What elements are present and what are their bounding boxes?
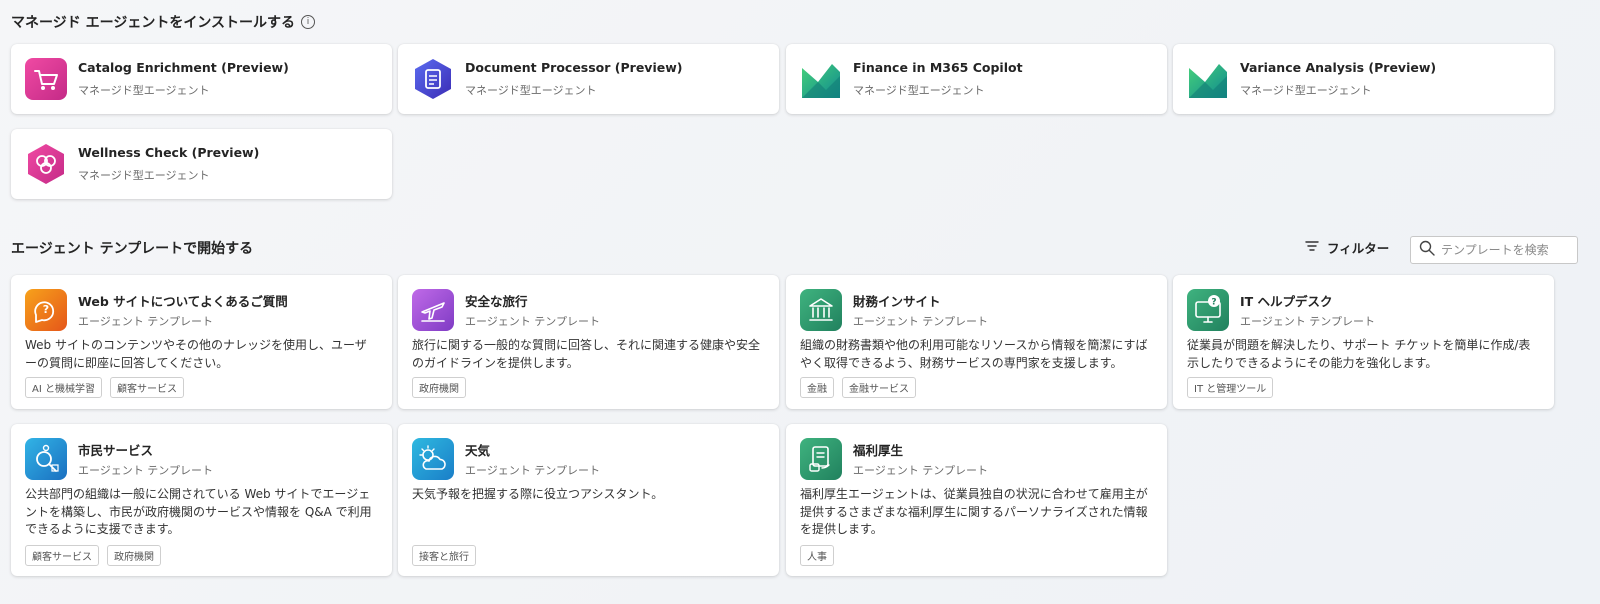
card-title: Web サイトについてよくあるご質問 — [78, 294, 288, 309]
card-title: IT ヘルプデスク — [1240, 294, 1333, 309]
faq-chat-icon: ? — [25, 289, 67, 331]
managed-section-title: マネージド エージェントをインストールする i — [11, 12, 316, 32]
tag: 政府機関 — [412, 377, 466, 398]
tag-list: 人事 — [800, 545, 834, 566]
tag-list: 金融 金融サービス — [800, 377, 916, 398]
template-card-it-helpdesk[interactable]: ? IT ヘルプデスク エージェント テンプレート 従業員が問題を解決したり、サ… — [1173, 275, 1554, 409]
tag: 接客と旅行 — [412, 545, 476, 566]
wellness-icon — [25, 143, 67, 185]
finance-m365-icon — [800, 58, 842, 100]
card-subtitle: エージェント テンプレート — [853, 315, 988, 328]
card-subtitle: エージェント テンプレート — [465, 464, 600, 477]
card-description: 公共部門の組織は一般に公開されている Web サイトでエージェントを構築し、市民… — [25, 487, 372, 536]
info-icon[interactable]: i — [301, 15, 316, 29]
card-subtitle: エージェント テンプレート — [78, 315, 213, 328]
card-title: 天気 — [465, 443, 491, 458]
card-subtitle: マネージド型エージェント — [465, 84, 597, 97]
citizen-search-icon — [25, 438, 67, 480]
svg-text:?: ? — [1211, 298, 1216, 308]
template-card-financial-insights[interactable]: 財務インサイト エージェント テンプレート 組織の財務書類や他の利用可能なリソー… — [786, 275, 1167, 409]
card-subtitle: マネージド型エージェント — [78, 169, 210, 182]
card-title: 安全な旅行 — [465, 294, 528, 309]
card-subtitle: マネージド型エージェント — [853, 84, 985, 97]
help-monitor-icon: ? — [1187, 289, 1229, 331]
card-subtitle: マネージド型エージェント — [1240, 84, 1372, 97]
managed-agent-card-document-processor[interactable]: Document Processor (Preview) マネージド型エージェン… — [398, 44, 779, 114]
template-search-box[interactable] — [1410, 236, 1578, 264]
bank-icon — [800, 289, 842, 331]
card-title: Catalog Enrichment (Preview) — [78, 60, 289, 75]
card-subtitle: エージェント テンプレート — [853, 464, 988, 477]
template-card-citizen-services[interactable]: 市民サービス エージェント テンプレート 公共部門の組織は一般に公開されている … — [11, 424, 392, 576]
tag: 政府機関 — [107, 545, 161, 566]
tag-list: 政府機関 — [412, 377, 466, 398]
tag: 顧客サービス — [25, 545, 99, 566]
tag: IT と管理ツール — [1187, 377, 1274, 398]
tag: 金融 — [800, 377, 834, 398]
template-search-input[interactable] — [1441, 243, 1571, 257]
card-description: 福利厚生エージェントは、従業員独自の状況に合わせて雇用主が提供するさまざまな福利… — [800, 487, 1148, 536]
template-section-title: エージェント テンプレートで開始する — [11, 241, 254, 257]
managed-agent-card-variance-analysis[interactable]: Variance Analysis (Preview) マネージド型エージェント — [1173, 44, 1554, 114]
managed-agent-card-finance-m365[interactable]: Finance in M365 Copilot マネージド型エージェント — [786, 44, 1167, 114]
filter-label: フィルター — [1327, 241, 1390, 256]
tag: 金融サービス — [842, 377, 916, 398]
variance-analysis-icon — [1187, 58, 1229, 100]
weather-icon — [412, 438, 454, 480]
benefits-icon — [800, 438, 842, 480]
card-subtitle: エージェント テンプレート — [465, 315, 600, 328]
card-description: Web サイトのコンテンツやその他のナレッジを使用し、ユーザーの質問に即座に回答… — [25, 338, 367, 370]
filter-icon — [1305, 240, 1319, 255]
document-processor-icon — [412, 58, 454, 100]
card-title: Wellness Check (Preview) — [78, 145, 260, 160]
card-subtitle: マネージド型エージェント — [78, 84, 210, 97]
tag-list: 顧客サービス 政府機関 — [25, 545, 161, 566]
card-title: Variance Analysis (Preview) — [1240, 60, 1437, 75]
card-subtitle: エージェント テンプレート — [78, 464, 213, 477]
card-description: 従業員が問題を解決したり、サポート チケットを簡単に作成/表示したりできるように… — [1187, 338, 1531, 370]
tag: AI と機械学習 — [25, 377, 102, 398]
cart-icon — [25, 58, 67, 100]
template-card-safe-travel[interactable]: 安全な旅行 エージェント テンプレート 旅行に関する一般的な質問に回答し、それに… — [398, 275, 779, 409]
card-description: 旅行に関する一般的な質問に回答し、それに関連する健康や安全のガイドラインを提供し… — [412, 338, 761, 370]
card-title: Document Processor (Preview) — [465, 60, 683, 75]
airplane-icon — [412, 289, 454, 331]
filter-button[interactable]: フィルター — [1305, 238, 1389, 257]
tag-list: 接客と旅行 — [412, 545, 476, 566]
tag-list: IT と管理ツール — [1187, 377, 1274, 398]
card-title: Finance in M365 Copilot — [853, 60, 1023, 75]
card-description: 天気予報を把握する際に役立つアシスタント。 — [412, 487, 664, 501]
tag: 顧客サービス — [109, 377, 184, 398]
template-card-benefits[interactable]: 福利厚生 エージェント テンプレート 福利厚生エージェントは、従業員独自の状況に… — [786, 424, 1167, 576]
svg-text:?: ? — [43, 303, 49, 316]
tag: 人事 — [800, 545, 834, 566]
search-icon — [1419, 240, 1435, 260]
managed-agent-card-wellness-check[interactable]: Wellness Check (Preview) マネージド型エージェント — [11, 129, 392, 199]
card-title: 市民サービス — [78, 443, 154, 458]
tag-list: AI と機械学習 顧客サービス — [25, 377, 184, 398]
card-title: 財務インサイト — [853, 294, 941, 309]
managed-agent-card-catalog-enrichment[interactable]: Catalog Enrichment (Preview) マネージド型エージェン… — [11, 44, 392, 114]
card-title: 福利厚生 — [853, 443, 904, 458]
template-card-website-faq[interactable]: ? Web サイトについてよくあるご質問 エージェント テンプレート Web サ… — [11, 275, 392, 409]
template-card-weather[interactable]: 天気 エージェント テンプレート 天気予報を把握する際に役立つアシスタント。 接… — [398, 424, 779, 576]
card-description: 組織の財務書類や他の利用可能なリソースから情報を簡潔にすばやく取得できるよう、財… — [800, 338, 1148, 370]
card-subtitle: エージェント テンプレート — [1240, 315, 1375, 328]
